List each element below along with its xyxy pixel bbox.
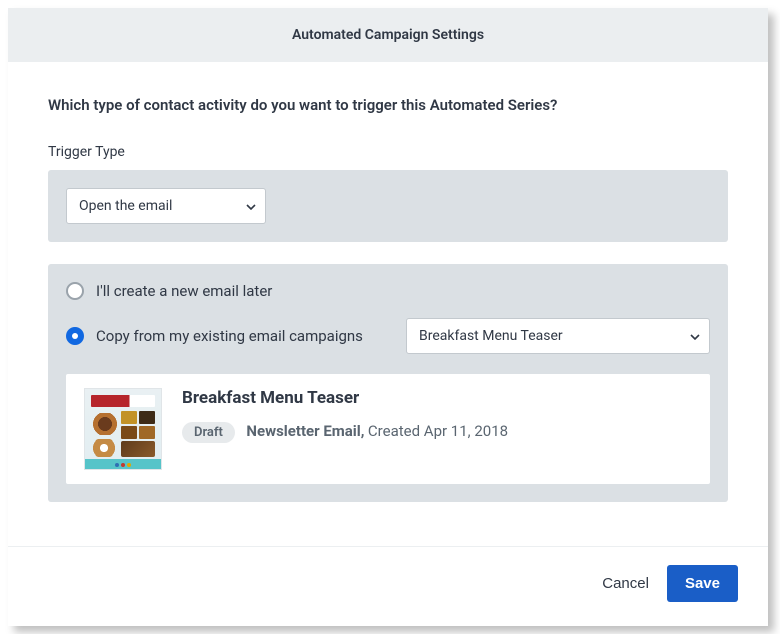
- radio-copy-existing-label: Copy from my existing email campaigns: [96, 327, 363, 345]
- campaign-preview-card: Breakfast Menu Teaser Draft Newsletter E…: [66, 374, 710, 484]
- campaign-select[interactable]: Breakfast Menu Teaser: [406, 318, 710, 354]
- trigger-panel: Open the email: [48, 170, 728, 242]
- campaign-select-value: Breakfast Menu Teaser: [419, 328, 563, 344]
- campaign-created: Created Apr 11, 2018: [368, 422, 508, 440]
- dialog: Automated Campaign Settings Which type o…: [8, 8, 768, 626]
- dialog-title: Automated Campaign Settings: [292, 27, 484, 43]
- dialog-footer: Cancel Save: [8, 546, 768, 626]
- campaign-thumbnail: [84, 388, 162, 470]
- titlebar: Automated Campaign Settings: [8, 8, 768, 62]
- chevron-down-icon: [690, 328, 700, 344]
- trigger-type-select[interactable]: Open the email: [66, 188, 266, 224]
- campaign-details: Draft Newsletter Email, Created Apr 11, …: [182, 422, 508, 443]
- cancel-button[interactable]: Cancel: [602, 575, 649, 592]
- chevron-down-icon: [246, 198, 256, 214]
- status-badge: Draft: [182, 422, 235, 443]
- radio-create-later-row[interactable]: I'll create a new email later: [66, 282, 710, 300]
- radio-create-later[interactable]: [66, 282, 84, 300]
- email-source-panel: I'll create a new email later Copy from …: [48, 264, 728, 502]
- question-text: Which type of contact activity do you wa…: [48, 96, 728, 114]
- campaign-type: Newsletter Email,: [246, 422, 364, 440]
- radio-create-later-label: I'll create a new email later: [96, 282, 272, 300]
- save-button[interactable]: Save: [667, 565, 738, 602]
- radio-copy-existing-row[interactable]: Copy from my existing email campaigns Br…: [66, 318, 710, 354]
- campaign-meta: Breakfast Menu Teaser Draft Newsletter E…: [182, 388, 508, 470]
- trigger-type-value: Open the email: [79, 198, 172, 214]
- radio-copy-existing[interactable]: [66, 327, 84, 345]
- trigger-type-label: Trigger Type: [48, 144, 728, 160]
- dialog-body: Which type of contact activity do you wa…: [8, 62, 768, 546]
- campaign-title: Breakfast Menu Teaser: [182, 388, 508, 408]
